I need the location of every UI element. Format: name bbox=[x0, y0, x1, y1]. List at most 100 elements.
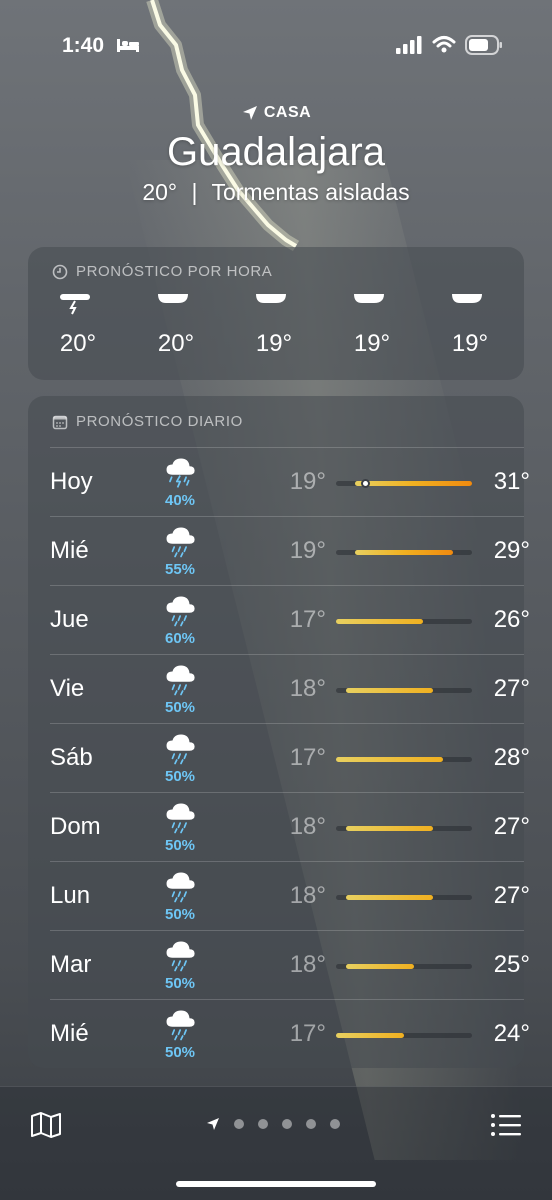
current-temp: 20° bbox=[142, 179, 178, 205]
cellular-signal-icon bbox=[396, 36, 422, 54]
daily-row[interactable]: Mié 55% 19° 29° bbox=[50, 516, 530, 585]
temp-range-bar bbox=[336, 757, 472, 762]
temp-range-fill bbox=[336, 757, 443, 762]
day-name: Lun bbox=[50, 882, 91, 909]
daily-title-text: PRONÓSTICO DIARIO bbox=[76, 413, 243, 430]
hourly-temp: 19° bbox=[353, 330, 391, 357]
temp-range-bar bbox=[336, 550, 472, 555]
page-dot[interactable] bbox=[306, 1119, 316, 1129]
wifi-icon bbox=[432, 36, 456, 53]
calendar-icon bbox=[52, 415, 68, 429]
daily-title: PRONÓSTICO DIARIO bbox=[52, 413, 243, 430]
high-temp: 26° bbox=[493, 606, 530, 633]
day-name: Mar bbox=[50, 951, 92, 978]
thunderstorm-icon bbox=[164, 456, 198, 495]
rain-icon bbox=[164, 594, 198, 633]
location-arrow-icon bbox=[242, 106, 257, 120]
location-tag: CASA bbox=[0, 100, 552, 126]
page-dot[interactable] bbox=[330, 1119, 340, 1129]
temp-range-bar bbox=[336, 826, 472, 831]
daily-row[interactable]: Dom 50% 18° 27° bbox=[50, 792, 530, 861]
current-temp-dot bbox=[360, 479, 370, 488]
temp-range-fill bbox=[345, 688, 434, 693]
precipitation-chance: 50% bbox=[164, 975, 196, 992]
battery-icon bbox=[465, 35, 502, 55]
location-label: CASA bbox=[263, 104, 312, 121]
temp-range-bar bbox=[336, 1033, 472, 1038]
high-temp: 24° bbox=[493, 1020, 530, 1047]
temp-range-bar bbox=[336, 688, 472, 693]
temp-range-fill bbox=[345, 826, 434, 831]
temp-range-fill bbox=[345, 964, 414, 969]
temp-range-fill bbox=[355, 550, 453, 555]
high-temp: 27° bbox=[493, 675, 530, 702]
sleep-focus-icon bbox=[117, 39, 139, 52]
low-temp: 18° bbox=[289, 675, 326, 702]
high-temp: 27° bbox=[493, 882, 530, 909]
day-name: Jue bbox=[50, 606, 89, 633]
precipitation-chance: 55% bbox=[164, 561, 196, 578]
hourly-temp: 20° bbox=[157, 330, 195, 357]
low-temp: 18° bbox=[289, 813, 326, 840]
daily-row[interactable]: Mar 50% 18° 25° bbox=[50, 930, 530, 999]
high-temp: 27° bbox=[493, 813, 530, 840]
rain-icon bbox=[164, 732, 198, 771]
current-location-icon[interactable] bbox=[206, 1117, 220, 1131]
hourly-temp: 20° bbox=[59, 330, 97, 357]
temp-range-fill bbox=[336, 1033, 404, 1038]
current-summary: 20° | Tormentas aisladas bbox=[0, 179, 552, 206]
rain-icon bbox=[164, 939, 198, 978]
hourly-title-text: PRONÓSTICO POR HORA bbox=[76, 263, 273, 280]
low-temp: 17° bbox=[289, 744, 326, 771]
cloud-icon bbox=[254, 294, 290, 321]
precipitation-chance: 50% bbox=[164, 906, 196, 923]
thunderstorm-icon bbox=[58, 294, 94, 321]
precipitation-chance: 60% bbox=[164, 630, 196, 647]
rain-icon bbox=[164, 663, 198, 702]
page-dot[interactable] bbox=[258, 1119, 268, 1129]
day-name: Sáb bbox=[50, 744, 93, 771]
day-name: Dom bbox=[50, 813, 101, 840]
cloud-icon bbox=[450, 294, 486, 321]
hourly-temp: 19° bbox=[451, 330, 489, 357]
high-temp: 29° bbox=[493, 537, 530, 564]
daily-row[interactable]: Vie 50% 18° 27° bbox=[50, 654, 530, 723]
hourly-temp: 19° bbox=[255, 330, 293, 357]
map-icon[interactable] bbox=[30, 1111, 62, 1139]
page-indicator[interactable] bbox=[206, 1117, 340, 1131]
day-name: Mié bbox=[50, 1020, 89, 1047]
cloud-icon bbox=[156, 294, 192, 321]
temp-range-fill bbox=[345, 895, 434, 900]
low-temp: 17° bbox=[289, 606, 326, 633]
daily-forecast-card: PRONÓSTICO DIARIO Hoy 40% 19° 31° Mié 55… bbox=[28, 396, 530, 1068]
precipitation-chance: 50% bbox=[164, 837, 196, 854]
page-dot[interactable] bbox=[282, 1119, 292, 1129]
high-temp: 25° bbox=[493, 951, 530, 978]
cloud-icon bbox=[352, 294, 388, 321]
rain-icon bbox=[164, 525, 198, 564]
temp-range-fill bbox=[355, 481, 472, 486]
rain-icon bbox=[164, 801, 198, 840]
hourly-title: PRONÓSTICO POR HORA bbox=[52, 263, 272, 280]
home-indicator[interactable] bbox=[176, 1181, 376, 1187]
precipitation-chance: 50% bbox=[164, 1044, 196, 1061]
clock-icon bbox=[52, 264, 68, 279]
daily-row[interactable]: Jue 60% 17° 26° bbox=[50, 585, 530, 654]
status-bar: 1:40 bbox=[0, 0, 552, 90]
daily-row[interactable]: Lun 50% 18° 27° bbox=[50, 861, 530, 930]
day-name: Hoy bbox=[50, 468, 93, 495]
precipitation-chance: 40% bbox=[164, 492, 196, 509]
list-icon[interactable] bbox=[490, 1113, 522, 1137]
daily-row[interactable]: Mié 50% 17° 24° bbox=[50, 999, 530, 1068]
low-temp: 19° bbox=[289, 468, 326, 495]
temp-range-bar bbox=[336, 964, 472, 969]
low-temp: 17° bbox=[289, 1020, 326, 1047]
location-header: CASA Guadalajara 20° | Tormentas aislada… bbox=[0, 100, 552, 206]
daily-row[interactable]: Sáb 50% 17° 28° bbox=[50, 723, 530, 792]
current-condition: Tormentas aisladas bbox=[211, 179, 410, 205]
daily-row[interactable]: Hoy 40% 19° 31° bbox=[50, 447, 530, 516]
temp-range-bar bbox=[336, 895, 472, 900]
temp-range-bar bbox=[336, 479, 472, 488]
status-time: 1:40 bbox=[62, 34, 105, 57]
page-dot[interactable] bbox=[234, 1119, 244, 1129]
